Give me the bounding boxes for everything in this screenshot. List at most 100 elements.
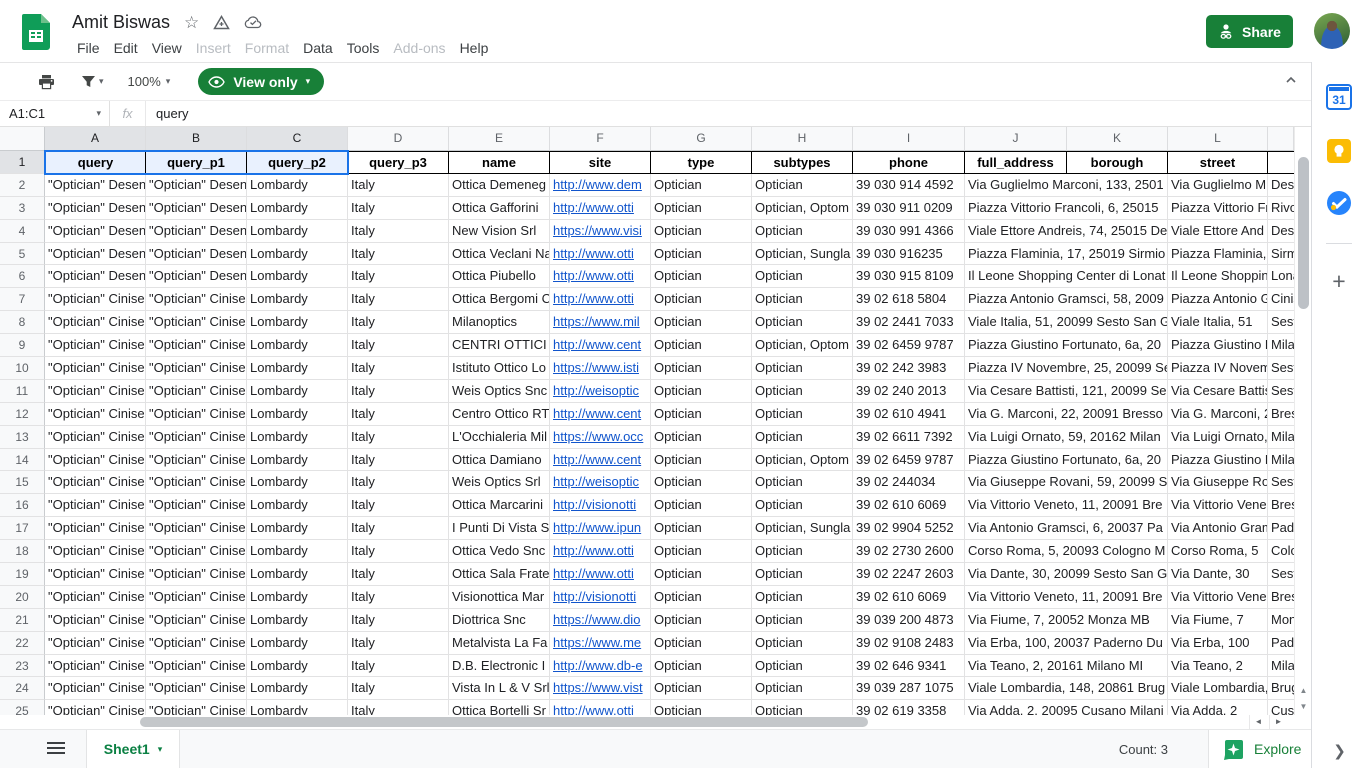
- menu-view[interactable]: View: [145, 38, 189, 58]
- cell-B17[interactable]: "Optician" Cinise: [146, 517, 247, 540]
- cell-H4[interactable]: Optician: [752, 220, 853, 243]
- cell-L16[interactable]: Via Vittorio Vene: [1168, 494, 1268, 517]
- cell-L25[interactable]: Via Adda, 2: [1168, 700, 1268, 715]
- cell-A14[interactable]: "Optician" Cinise: [45, 449, 146, 472]
- cell-B24[interactable]: "Optician" Cinise: [146, 677, 247, 700]
- cell-L10[interactable]: Piazza IV Novem: [1168, 357, 1268, 380]
- cell-C8[interactable]: Lombardy: [247, 311, 348, 334]
- cell-G14[interactable]: Optician: [651, 449, 752, 472]
- row-header-19[interactable]: 19: [0, 563, 45, 586]
- cell-J12[interactable]: Via G. Marconi, 22, 20091 Bresso: [965, 403, 1168, 426]
- menu-help[interactable]: Help: [453, 38, 496, 58]
- cell-M14[interactable]: Mila: [1268, 449, 1294, 472]
- cell-D6[interactable]: Italy: [348, 265, 449, 288]
- cell-D4[interactable]: Italy: [348, 220, 449, 243]
- cell-F1[interactable]: site: [550, 151, 651, 174]
- cell-I1[interactable]: phone: [853, 151, 965, 174]
- row-header-1[interactable]: 1: [0, 151, 45, 174]
- cell-E18[interactable]: Ottica Vedo Snc: [449, 540, 550, 563]
- cell-D9[interactable]: Italy: [348, 334, 449, 357]
- cell-C3[interactable]: Lombardy: [247, 197, 348, 220]
- cell-J17[interactable]: Via Antonio Gramsci, 6, 20037 Pa: [965, 517, 1168, 540]
- cell-H7[interactable]: Optician: [752, 288, 853, 311]
- cell-E8[interactable]: Milanoptics: [449, 311, 550, 334]
- cell-I6[interactable]: 39 030 915 8109: [853, 265, 965, 288]
- all-sheets-button[interactable]: [47, 742, 65, 756]
- cell-F7[interactable]: http://www.otti: [550, 288, 651, 311]
- cell-B18[interactable]: "Optician" Cinise: [146, 540, 247, 563]
- cell-M23[interactable]: Mila: [1268, 655, 1294, 678]
- cell-E11[interactable]: Weis Optics Snc: [449, 380, 550, 403]
- cell-E3[interactable]: Ottica Gafforini: [449, 197, 550, 220]
- cell-L18[interactable]: Corso Roma, 5: [1168, 540, 1268, 563]
- cell-A3[interactable]: "Optician" Desen: [45, 197, 146, 220]
- row-header-7[interactable]: 7: [0, 288, 45, 311]
- cell-D21[interactable]: Italy: [348, 609, 449, 632]
- cell-J23[interactable]: Via Teano, 2, 20161 Milano MI: [965, 655, 1168, 678]
- cell-H9[interactable]: Optician, Optom: [752, 334, 853, 357]
- cell-E20[interactable]: Visionottica Mar: [449, 586, 550, 609]
- cell-J9[interactable]: Piazza Giustino Fortunato, 6a, 20: [965, 334, 1168, 357]
- row-header-4[interactable]: 4: [0, 220, 45, 243]
- cell-C10[interactable]: Lombardy: [247, 357, 348, 380]
- cell-A15[interactable]: "Optician" Cinise: [45, 471, 146, 494]
- cell-H2[interactable]: Optician: [752, 174, 853, 197]
- cell-H15[interactable]: Optician: [752, 471, 853, 494]
- cell-I13[interactable]: 39 02 6611 7392: [853, 426, 965, 449]
- cell-F12[interactable]: http://www.cent: [550, 403, 651, 426]
- cell-I25[interactable]: 39 02 619 3358: [853, 700, 965, 715]
- cell-B8[interactable]: "Optician" Cinise: [146, 311, 247, 334]
- doc-title[interactable]: Amit Biswas: [72, 12, 170, 33]
- cell-D7[interactable]: Italy: [348, 288, 449, 311]
- cell-I10[interactable]: 39 02 242 3983: [853, 357, 965, 380]
- row-header-23[interactable]: 23: [0, 655, 45, 678]
- cell-E21[interactable]: Diottrica Snc: [449, 609, 550, 632]
- cell-H11[interactable]: Optician: [752, 380, 853, 403]
- cell-E25[interactable]: Ottica Bortelli Sr: [449, 700, 550, 715]
- cell-F11[interactable]: http://weisoptic: [550, 380, 651, 403]
- cell-D3[interactable]: Italy: [348, 197, 449, 220]
- cell-C12[interactable]: Lombardy: [247, 403, 348, 426]
- cell-H20[interactable]: Optician: [752, 586, 853, 609]
- cell-A21[interactable]: "Optician" Cinise: [45, 609, 146, 632]
- name-box[interactable]: A1:C1 ▾: [0, 101, 110, 126]
- cell-G3[interactable]: Optician: [651, 197, 752, 220]
- menu-tools[interactable]: Tools: [340, 38, 387, 58]
- cell-F24[interactable]: https://www.vist: [550, 677, 651, 700]
- cell-I21[interactable]: 39 039 200 4873: [853, 609, 965, 632]
- cell-D2[interactable]: Italy: [348, 174, 449, 197]
- cell-E17[interactable]: I Punti Di Vista S: [449, 517, 550, 540]
- column-header-J[interactable]: J: [965, 127, 1067, 151]
- cell-A12[interactable]: "Optician" Cinise: [45, 403, 146, 426]
- cell-C1[interactable]: query_p2: [247, 151, 348, 174]
- cell-L13[interactable]: Via Luigi Ornato,: [1168, 426, 1268, 449]
- cell-A6[interactable]: "Optician" Desen: [45, 265, 146, 288]
- cell-G12[interactable]: Optician: [651, 403, 752, 426]
- cell-I16[interactable]: 39 02 610 6069: [853, 494, 965, 517]
- cell-D23[interactable]: Italy: [348, 655, 449, 678]
- cell-J14[interactable]: Piazza Giustino Fortunato, 6a, 20: [965, 449, 1168, 472]
- cell-C21[interactable]: Lombardy: [247, 609, 348, 632]
- cell-D1[interactable]: query_p3: [348, 151, 449, 174]
- cell-D18[interactable]: Italy: [348, 540, 449, 563]
- column-header-B[interactable]: B: [146, 127, 247, 151]
- cell-I23[interactable]: 39 02 646 9341: [853, 655, 965, 678]
- row-header-10[interactable]: 10: [0, 357, 45, 380]
- cell-L21[interactable]: Via Fiume, 7: [1168, 609, 1268, 632]
- cell-A22[interactable]: "Optician" Cinise: [45, 632, 146, 655]
- cell-L9[interactable]: Piazza Giustino F: [1168, 334, 1268, 357]
- cell-C22[interactable]: Lombardy: [247, 632, 348, 655]
- count-label[interactable]: Count: 3: [1119, 730, 1168, 768]
- cell-D19[interactable]: Italy: [348, 563, 449, 586]
- cell-G20[interactable]: Optician: [651, 586, 752, 609]
- cell-L12[interactable]: Via G. Marconi, 2: [1168, 403, 1268, 426]
- cell-I4[interactable]: 39 030 991 4366: [853, 220, 965, 243]
- cell-E12[interactable]: Centro Ottico RT: [449, 403, 550, 426]
- cell-J4[interactable]: Viale Ettore Andreis, 74, 25015 De: [965, 220, 1168, 243]
- column-header-K[interactable]: K: [1067, 127, 1168, 151]
- cell-L23[interactable]: Via Teano, 2: [1168, 655, 1268, 678]
- cell-F4[interactable]: https://www.visi: [550, 220, 651, 243]
- cell-F22[interactable]: https://www.me: [550, 632, 651, 655]
- cell-B7[interactable]: "Optician" Cinise: [146, 288, 247, 311]
- cell-C15[interactable]: Lombardy: [247, 471, 348, 494]
